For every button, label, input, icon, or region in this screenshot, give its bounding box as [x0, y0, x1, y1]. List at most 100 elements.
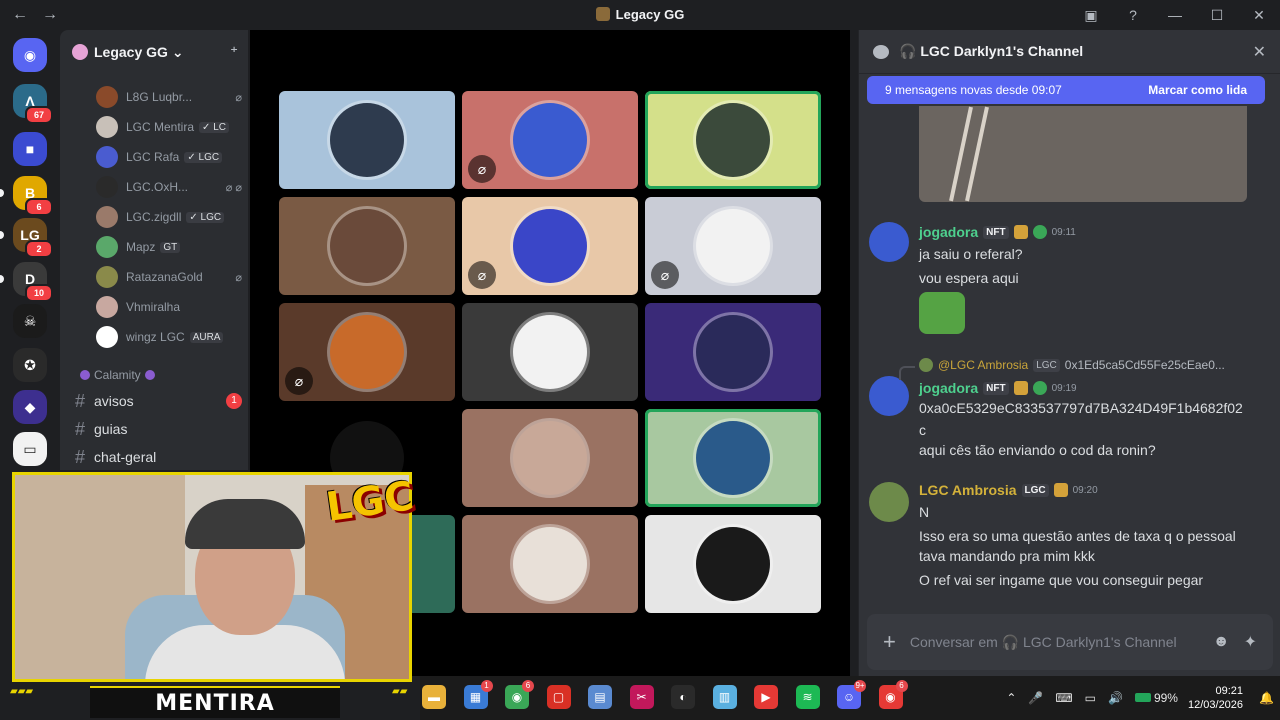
obs-icon[interactable]: ◐ [671, 685, 695, 709]
app-red-icon[interactable]: ▢ [546, 685, 571, 709]
category-calamity[interactable]: Calamity [80, 368, 155, 382]
guild-logo-icon [72, 44, 88, 60]
apps-icon[interactable]: ✦ [1244, 632, 1257, 652]
pepe-sticker [919, 292, 965, 334]
server-icon-server-1[interactable]: Λ 67 [13, 84, 53, 124]
new-messages-bar[interactable]: 9 mensagens novas desde 09:07 Marcar com… [867, 76, 1265, 104]
server-icon-server-wheel[interactable]: ✪ [13, 348, 47, 382]
channel-guias[interactable]: # guias [72, 416, 242, 442]
voice-user[interactable]: L8G Luqbr... ⌀ [96, 84, 242, 110]
calculator-icon[interactable]: ▤ [588, 685, 612, 709]
voice-tile[interactable]: ⌀ [462, 91, 638, 189]
server-icon-server-white[interactable]: ▭ [13, 432, 47, 466]
help-icon[interactable]: ? [1112, 7, 1154, 23]
mark-as-read-button[interactable]: Marcar como lida [1148, 83, 1247, 97]
discord-icon[interactable]: ☺ 9+ [837, 680, 866, 709]
app-badge: 1 [480, 680, 493, 692]
channel-avisos[interactable]: # avisos 1 [72, 388, 242, 414]
author-name[interactable]: LGC Ambrosia [919, 482, 1017, 498]
voice-user-name: LGC Mentira [126, 120, 195, 134]
forward-arrow-icon[interactable]: → [42, 6, 58, 24]
server-icon-server-skull[interactable]: ☠ [13, 304, 47, 338]
server-icon-server-crystal[interactable]: ◆ [13, 390, 47, 424]
attach-plus-icon[interactable]: + [883, 629, 896, 655]
invite-people-icon[interactable]: ⁺ [230, 43, 238, 61]
discord-home-icon[interactable]: ◉ [13, 38, 47, 72]
message-text: Isso era so uma questão antes de taxa q … [919, 528, 1236, 544]
notepad-icon[interactable]: ▥ [712, 685, 737, 709]
author-name[interactable]: jogadora [919, 224, 978, 240]
display-icon[interactable]: ▭ [1085, 691, 1096, 705]
inbox-icon[interactable]: ▣ [1070, 7, 1112, 24]
volume-icon[interactable]: 🔊 [1108, 691, 1123, 705]
media-player-icon[interactable]: ▶ [754, 685, 778, 709]
store-icon[interactable]: ▦ 1 [463, 680, 493, 709]
streamer-name: MENTIRA [155, 690, 275, 716]
participant-avatar [330, 315, 404, 389]
mic-icon[interactable]: 🎤 [1028, 691, 1043, 705]
guild-header[interactable]: Legacy GG ⌄ ⁺ [60, 30, 248, 74]
unread-pill [0, 189, 4, 197]
server-icon-server-legacy[interactable]: LG 2 [13, 218, 53, 258]
close-icon[interactable]: ✕ [1253, 42, 1266, 62]
thread-icon [873, 44, 889, 59]
clock[interactable]: 09:21 12/03/2026 [1188, 684, 1243, 712]
message-text: c [919, 422, 926, 438]
participant-avatar [513, 527, 587, 601]
tray-chevron-icon[interactable]: ⌃ [1006, 691, 1016, 705]
notification-icon[interactable]: 🔔 [1259, 691, 1274, 705]
discord-window: ← → Legacy GG ▣ ? — ☐ ✕ ◉ Λ 67 ■ B 6 LG 2 D 10 ☠ ✪ ◆… [0, 0, 1280, 720]
voice-user[interactable]: wingz LGC AURA [96, 324, 242, 350]
voice-tile[interactable] [645, 515, 821, 613]
new-messages-text: 9 mensagens novas desde 09:07 [885, 83, 1062, 97]
composer-placeholder[interactable]: Conversar em 🎧 LGC Darklyn1's Channel [910, 634, 1199, 651]
author-avatar[interactable] [869, 482, 909, 522]
chevron-down-icon: ⌄ [171, 43, 184, 60]
voice-tile[interactable]: ⌀ [462, 197, 638, 295]
voice-user[interactable]: RatazanaGold ⌀ [96, 264, 242, 290]
close-window-button[interactable]: ✕ [1238, 7, 1280, 24]
message-timestamp: 09:19 [1051, 382, 1077, 394]
voice-user[interactable]: Vhmiralha [96, 294, 242, 320]
voice-tile[interactable] [462, 303, 638, 401]
voice-tile[interactable]: ⌀ [279, 303, 455, 401]
reply-preview[interactable]: @LGC Ambrosia LGC 0x1Ed5ca5Cd55Fe25cEae0..… [919, 358, 1225, 372]
voice-tile[interactable] [279, 91, 455, 189]
voice-tile[interactable] [645, 91, 821, 189]
server-icon-server-folder[interactable]: ■ [13, 132, 47, 166]
participant-avatar [330, 209, 404, 283]
voice-tile[interactable] [462, 515, 638, 613]
server-icon-server-dont[interactable]: D 10 [13, 262, 53, 302]
voice-user[interactable]: LGC.OxH... ⌀ ⌀ [96, 174, 242, 200]
message-text: ja saiu o referal? [919, 246, 1023, 262]
voice-user[interactable]: LGC Rafa ✓ LGC [96, 144, 242, 170]
message-timestamp: 09:11 [1051, 226, 1076, 238]
server-icon-server-b[interactable]: B6 [13, 176, 53, 216]
voice-tile[interactable] [462, 409, 638, 507]
author-name[interactable]: jogadora [919, 380, 978, 396]
emoji-icon[interactable]: ☻ [1213, 633, 1230, 651]
chrome-profile-icon[interactable]: ◉ 6 [878, 680, 908, 709]
avatar [96, 236, 118, 258]
voice-user[interactable]: LGC.zigdll ✓ LGC [96, 204, 242, 230]
voice-user[interactable]: Mapz GT [96, 234, 242, 260]
keyboard-icon[interactable]: ⌨ [1055, 691, 1072, 705]
user-tag-badge: ✓ LGC [184, 151, 223, 163]
minimize-button[interactable]: — [1154, 7, 1196, 23]
voice-user[interactable]: LGC Mentira ✓ LC [96, 114, 242, 140]
voice-tile[interactable]: ⌀ [645, 197, 821, 295]
voice-tile[interactable] [279, 197, 455, 295]
gif-embed[interactable] [919, 106, 1247, 202]
author-avatar[interactable] [869, 376, 909, 416]
snipping-icon[interactable]: ✂ [629, 685, 654, 709]
spotify-icon[interactable]: ≋ [795, 685, 820, 709]
back-arrow-icon[interactable]: ← [12, 6, 28, 24]
chrome-icon[interactable]: ◉ 6 [505, 680, 534, 709]
message-composer[interactable]: + Conversar em 🎧 LGC Darklyn1's Channel … [867, 614, 1273, 670]
file-explorer-icon[interactable]: ▬ [422, 685, 446, 709]
maximize-button[interactable]: ☐ [1196, 7, 1238, 24]
voice-tile[interactable] [645, 409, 821, 507]
battery-indicator[interactable]: 99% [1134, 691, 1178, 705]
voice-tile[interactable] [645, 303, 821, 401]
author-avatar[interactable] [869, 222, 909, 262]
